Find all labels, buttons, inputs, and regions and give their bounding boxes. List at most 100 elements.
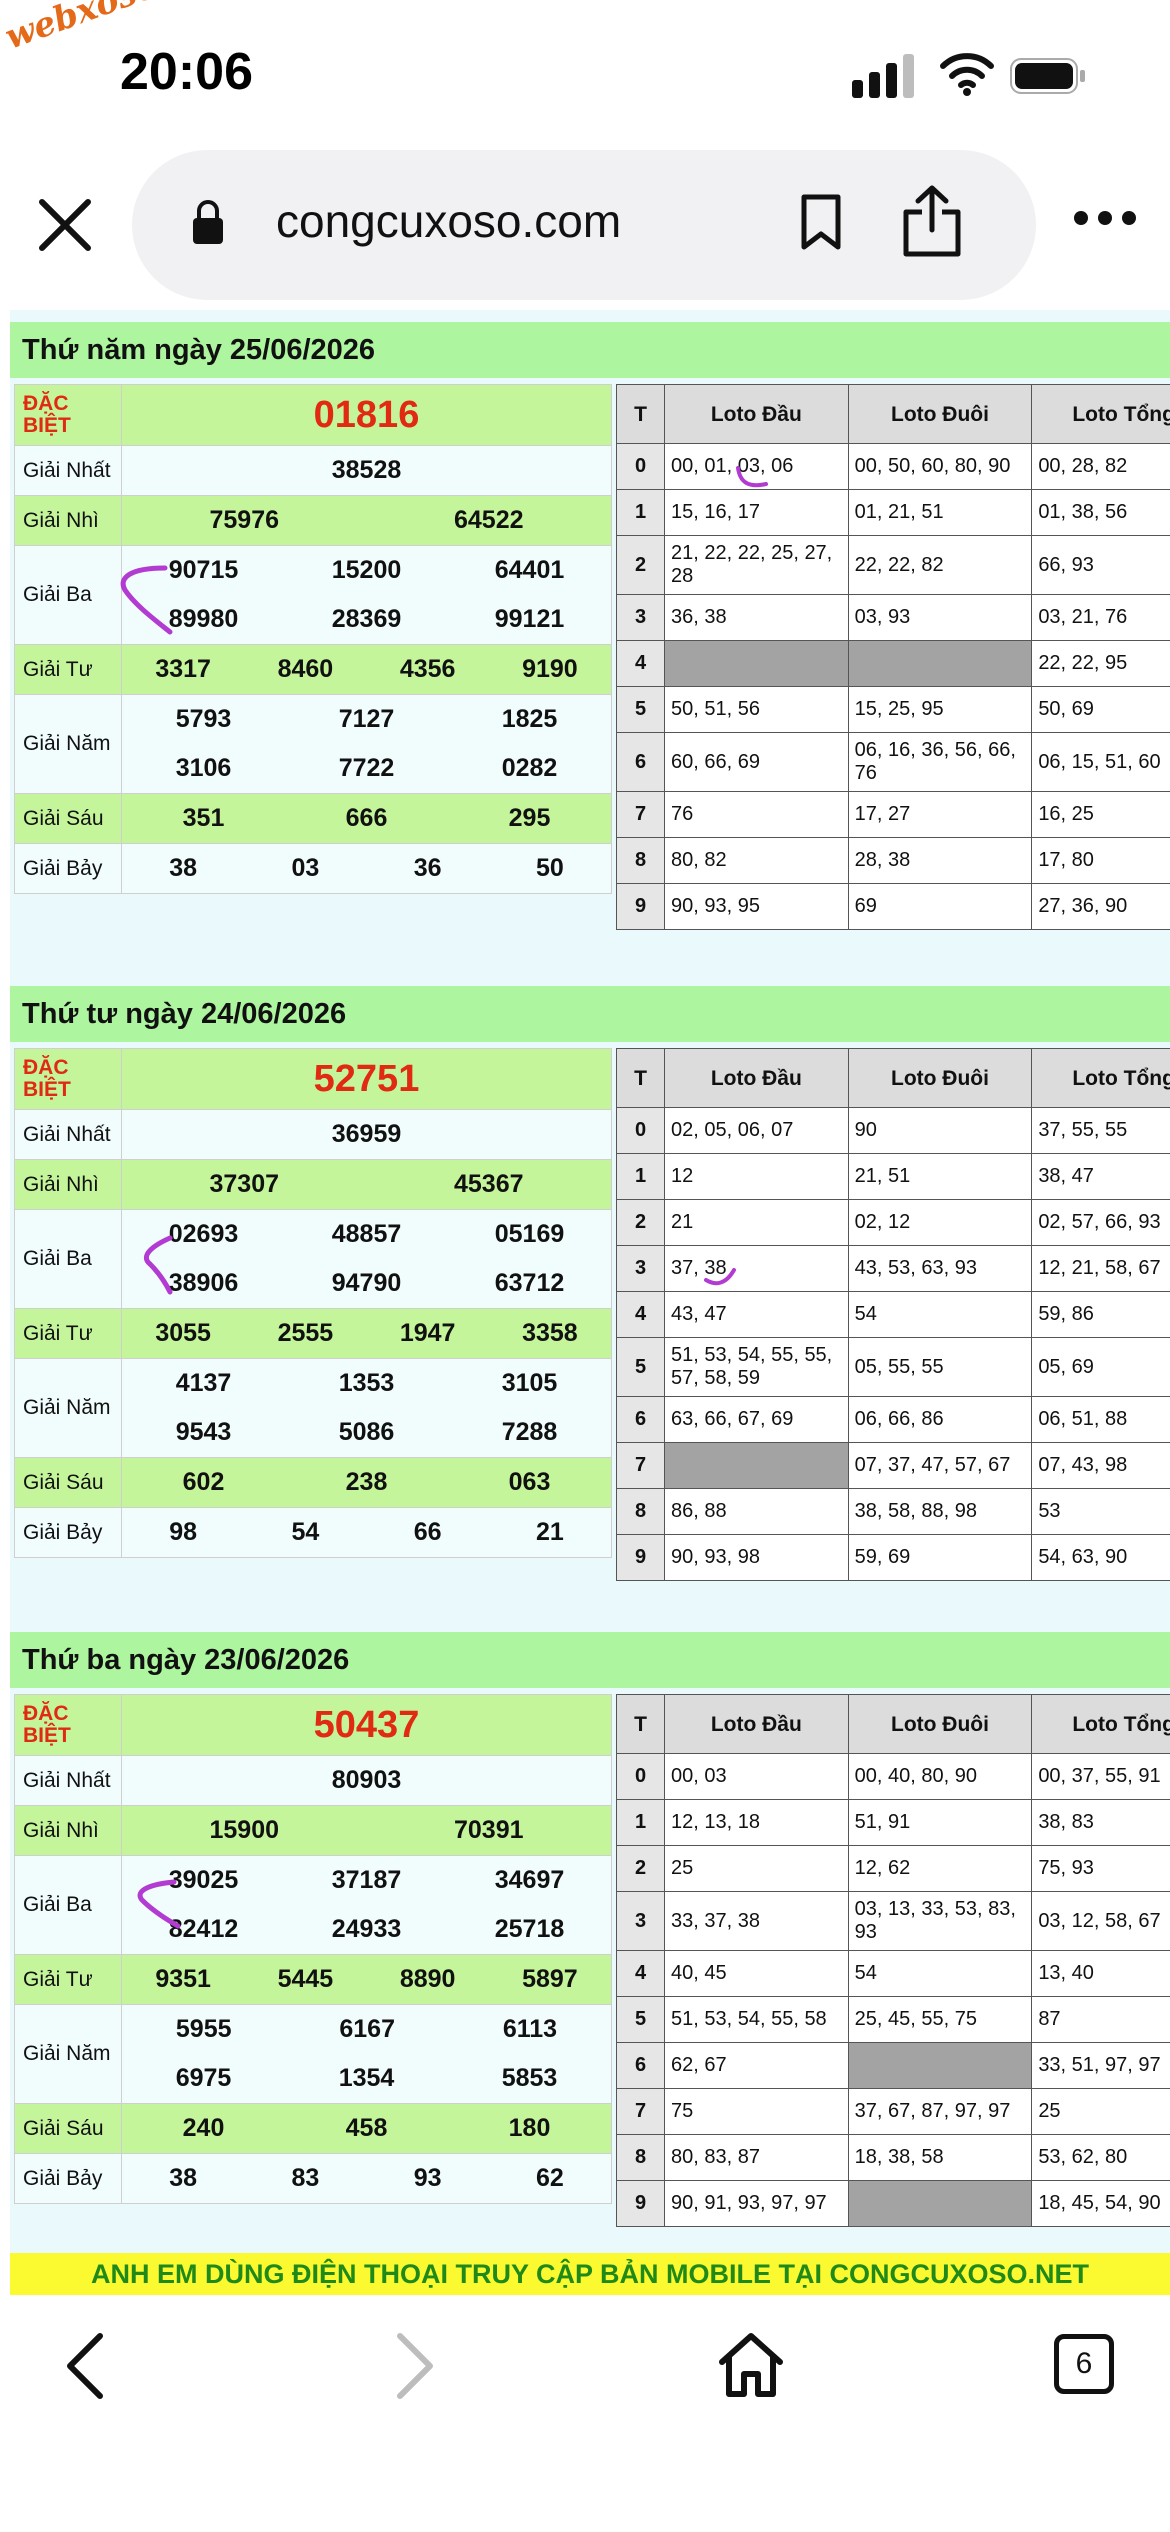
loto-cell-tong: 00, 28, 82 — [1031, 443, 1170, 490]
loto-cell-tong: 53 — [1031, 1488, 1170, 1535]
prize-number: 458 — [345, 2114, 388, 2142]
loto-cell-dau: 36, 38 — [664, 594, 849, 641]
close-icon[interactable] — [30, 190, 100, 260]
prize-number: 66 — [413, 1518, 442, 1546]
prize-number: 38528 — [331, 456, 402, 484]
loto-cell-duoi: 12, 62 — [847, 1845, 1033, 1892]
prize-number: 5955 — [175, 2015, 232, 2043]
loto-row-head: 8 — [616, 1488, 665, 1535]
loto-cell-dau: 40, 45 — [664, 1950, 849, 1997]
prize-number: 25718 — [494, 1915, 565, 1943]
prize-number: 63712 — [494, 1269, 565, 1297]
label-g3: Giải Ba — [14, 1209, 122, 1309]
loto-row-head: 1 — [616, 1153, 665, 1200]
loto-cell-dau: 50, 51, 56 — [664, 686, 849, 733]
prize-number: 24933 — [331, 1915, 402, 1943]
loto-cell-duoi — [847, 640, 1033, 687]
label-g4: Giải Tư — [14, 644, 122, 695]
bookmark-icon[interactable] — [796, 194, 846, 250]
prize-table: ĐẶC BIỆT 52751 Giải Nhất 36959 Giải Nhì 37307… — [14, 1048, 612, 1558]
prize-number: 4356 — [399, 655, 456, 683]
prize-number: 7127 — [338, 705, 395, 733]
loto-cell-dau — [664, 640, 849, 687]
back-icon[interactable] — [60, 2330, 110, 2402]
prize-numbers: 80903 — [122, 1766, 611, 1795]
prize-number: 38906 — [168, 1269, 239, 1297]
forward-icon[interactable] — [390, 2330, 440, 2402]
special-prize: 50437 — [121, 1694, 612, 1756]
prize-number: 063 — [508, 1468, 551, 1496]
loto-table: T Loto Đầu Loto Đuôi Loto Tổng 0 00, 03 00, 40… — [616, 1694, 1170, 2227]
share-icon[interactable] — [900, 184, 964, 258]
loto-row-head: 7 — [616, 2088, 665, 2135]
prize-numbers: 37307 45367 — [122, 1170, 611, 1199]
prize-number: 15900 — [209, 1816, 280, 1844]
table-row: 3 33, 37, 38 03, 13, 33, 53, 83, 93 03, 12,… — [616, 1891, 1170, 1951]
loto-cell-tong: 02, 57, 66, 93 — [1031, 1199, 1170, 1246]
table-row: 7 07, 37, 47, 57, 67 07, 43, 98 — [616, 1442, 1170, 1489]
label-special: ĐẶC BIỆT — [14, 384, 122, 446]
table-row: 3 37, 38 43, 53, 63, 93 12, 21, 58, 67 — [616, 1245, 1170, 1292]
prize-number: 180 — [508, 2114, 551, 2142]
prize-numbers: 02693 48857 05169 — [122, 1210, 611, 1259]
prize-numbers: 39025 37187 34697 — [122, 1856, 611, 1905]
loto-cell-tong: 38, 47 — [1031, 1153, 1170, 1200]
browser-bottom-bar: 6 — [0, 2300, 1170, 2532]
prize-numbers: 240 458 180 — [122, 2114, 611, 2143]
loto-row-head: 3 — [616, 594, 665, 641]
prize-number: 1353 — [338, 1369, 395, 1397]
prize-number: 34697 — [494, 1866, 565, 1894]
home-icon[interactable] — [716, 2330, 786, 2400]
loto-row-head: 9 — [616, 883, 665, 930]
loto-row-head: 0 — [616, 1753, 665, 1800]
loto-cell-duoi: 22, 22, 82 — [847, 535, 1033, 595]
loto-cell-duoi: 00, 50, 60, 80, 90 — [847, 443, 1033, 490]
label-g6: Giải Sáu — [14, 793, 122, 844]
loto-row-head: 5 — [616, 1996, 665, 2043]
status-time: 20:06 — [120, 43, 253, 101]
table-row: 9 90, 91, 93, 97, 97 18, 45, 54, 90 — [616, 2180, 1170, 2227]
loto-cell-tong: 12, 21, 58, 67 — [1031, 1245, 1170, 1292]
loto-table: T Loto Đầu Loto Đuôi Loto Tổng 0 00, 01, 03, … — [616, 384, 1170, 930]
special-prize: 01816 — [121, 384, 612, 446]
prize-numbers: 3106 7722 0282 — [122, 744, 611, 793]
loto-row-head: 6 — [616, 2042, 665, 2089]
tabs-button[interactable]: 6 — [1054, 2334, 1114, 2394]
loto-row-head: 9 — [616, 2180, 665, 2227]
prize-number: 238 — [345, 1468, 388, 1496]
prize-numbers: 9351 5445 8890 5897 — [122, 1965, 611, 1994]
label-g1: Giải Nhất — [14, 1109, 122, 1160]
prize-number: 2555 — [277, 1319, 334, 1347]
prize-numbers: 38906 94790 63712 — [122, 1259, 611, 1308]
loto-cell-tong: 01, 38, 56 — [1031, 489, 1170, 536]
col-header-loto-dau: Loto Đầu — [664, 1694, 849, 1754]
prize-number: 9190 — [522, 655, 578, 683]
loto-cell-dau: 21 — [664, 1199, 849, 1246]
mobile-notice-banner[interactable]: ANH EM DÙNG ĐIỆN THOẠI TRUY CẬP BẢN MOBI… — [10, 2253, 1170, 2295]
draw-title: Thứ tư ngày 24/06/2026 — [10, 986, 1170, 1042]
url-field[interactable]: congcuxoso.com — [132, 150, 1036, 300]
prize-numbers: 15900 70391 — [122, 1816, 611, 1845]
table-row: 2 21 02, 12 02, 57, 66, 93 — [616, 1199, 1170, 1246]
special-prize: 52751 — [121, 1048, 612, 1110]
prize-number: 70391 — [453, 1816, 524, 1844]
more-options-icon[interactable] — [1072, 208, 1138, 228]
loto-row-head: 4 — [616, 1291, 665, 1338]
label-g7: Giải Bảy — [14, 2153, 122, 2204]
loto-cell-dau: 60, 66, 69 — [664, 732, 849, 792]
prize-number: 1947 — [399, 1319, 456, 1347]
label-g4: Giải Tư — [14, 1954, 122, 2005]
loto-cell-tong: 16, 25 — [1031, 791, 1170, 838]
prize-number: 1825 — [501, 705, 558, 733]
table-row: 4 22, 22, 95 — [616, 640, 1170, 687]
loto-cell-tong: 75, 93 — [1031, 1845, 1170, 1892]
loto-cell-dau: 90, 91, 93, 97, 97 — [664, 2180, 849, 2227]
loto-cell-tong: 59, 86 — [1031, 1291, 1170, 1338]
prize-numbers: 38 03 36 50 — [122, 854, 611, 883]
table-row: 6 60, 66, 69 06, 16, 36, 56, 66, 76 06, 15,… — [616, 732, 1170, 792]
label-g2: Giải Nhì — [14, 1159, 122, 1210]
label-g4: Giải Tư — [14, 1308, 122, 1359]
loto-cell-tong: 13, 40 — [1031, 1950, 1170, 1997]
loto-cell-tong: 05, 69 — [1031, 1337, 1170, 1397]
loto-cell-duoi: 38, 58, 88, 98 — [847, 1488, 1033, 1535]
